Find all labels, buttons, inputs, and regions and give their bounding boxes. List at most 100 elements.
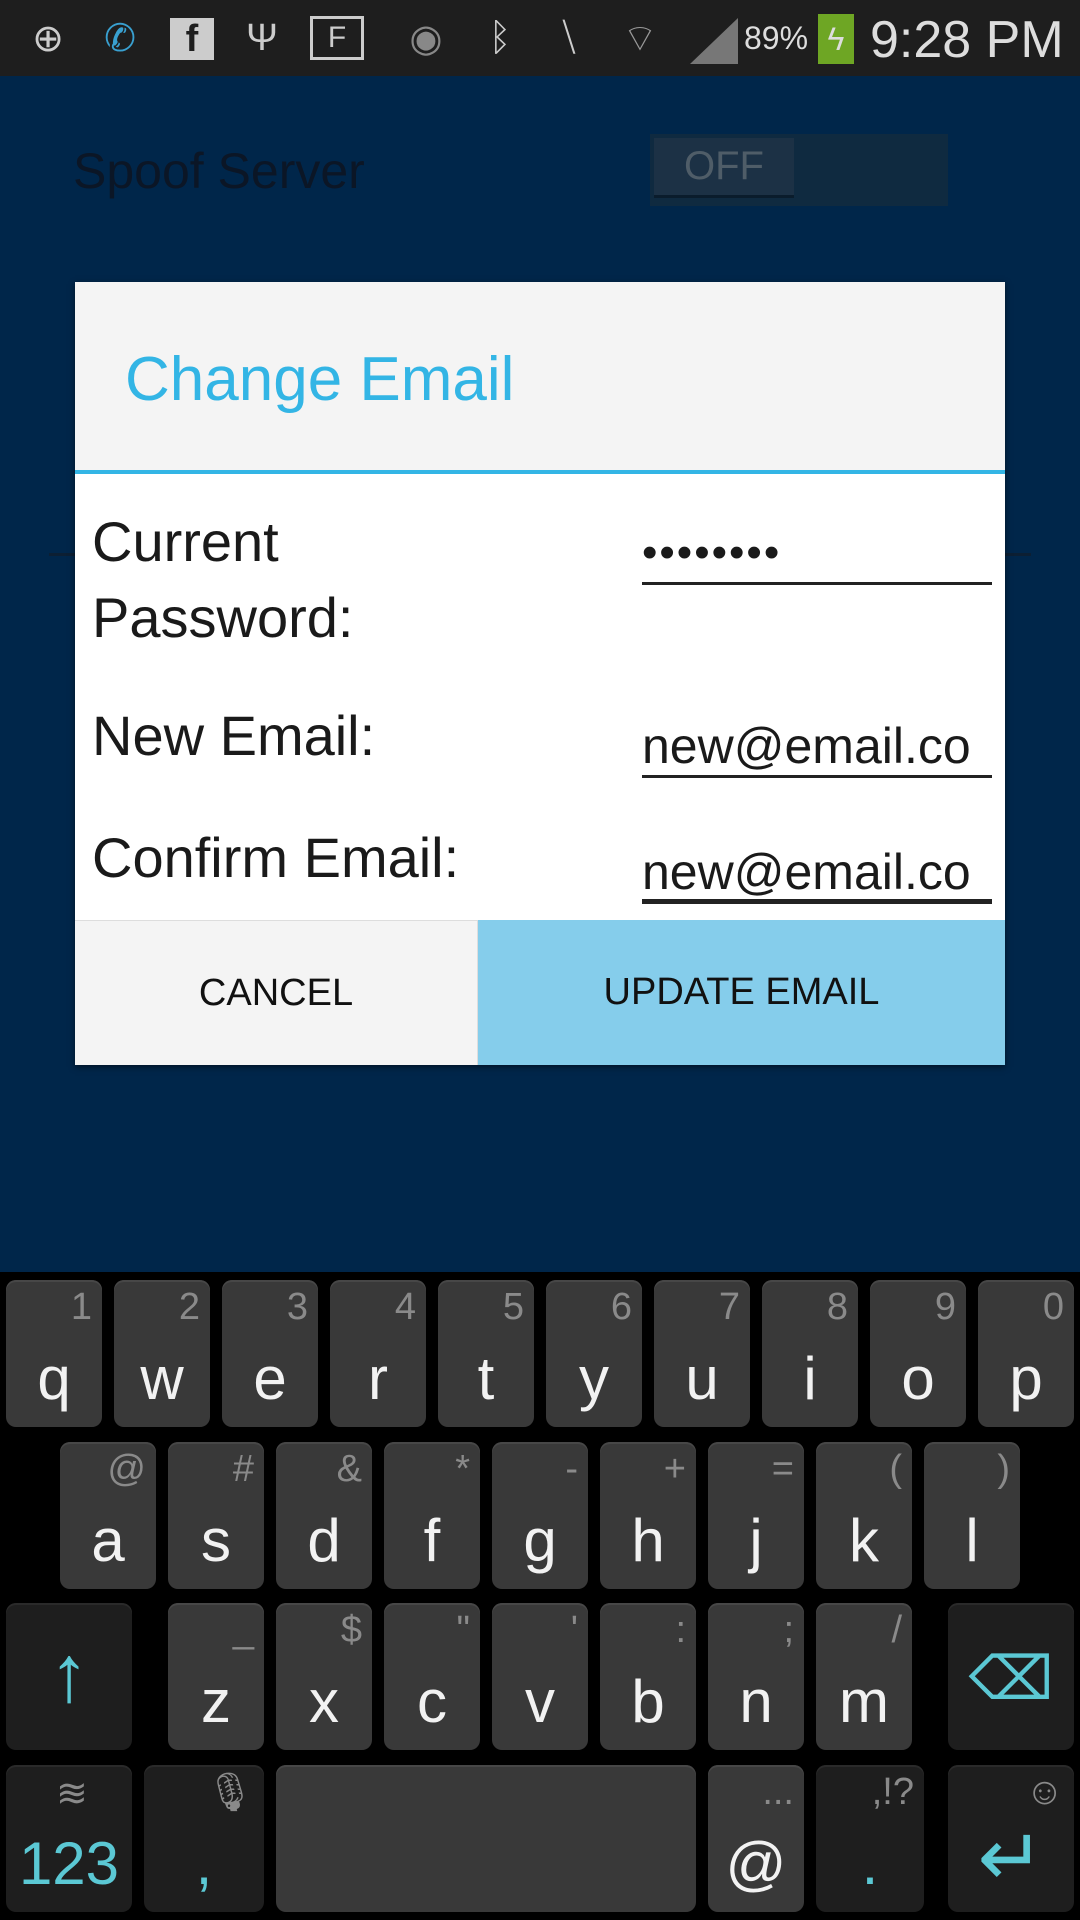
key-z[interactable]: _ z (168, 1603, 264, 1750)
shift-key[interactable]: ↑ (6, 1603, 132, 1750)
key-hint: / (891, 1609, 902, 1651)
backspace-icon: ⌫ (968, 1645, 1054, 1712)
key-m[interactable]: / m (816, 1603, 912, 1750)
change-email-dialog: Change Email Current Password: •••••••• … (75, 282, 1005, 1065)
key-hint: ( (889, 1448, 902, 1490)
key-hint: 2 (178, 1286, 200, 1328)
key-hint: 5 (502, 1286, 524, 1328)
key-hint: @ (107, 1448, 146, 1490)
key-l[interactable]: ) l (924, 1442, 1020, 1589)
update-email-button[interactable]: UPDATE EMAIL (478, 920, 1005, 1065)
key-hint: 6 (610, 1286, 632, 1328)
key-x[interactable]: $ x (276, 1603, 372, 1750)
key-label: k (849, 1507, 879, 1574)
facebook-icon: f (170, 18, 214, 60)
key-i[interactable]: 8i (762, 1280, 858, 1427)
key-hint: + (663, 1448, 686, 1490)
shift-arrow-icon: ↑ (49, 1629, 89, 1718)
enter-arrow-icon: ↵ (977, 1813, 1045, 1902)
key-k[interactable]: (k (816, 1442, 912, 1589)
key-label: n (739, 1668, 773, 1735)
key-w[interactable]: 2w (114, 1280, 210, 1427)
key-hint: 9 (934, 1286, 956, 1328)
key-label: e (253, 1345, 287, 1412)
period-key[interactable]: ,!?. (816, 1765, 924, 1912)
key-hint: 8 (826, 1286, 848, 1328)
key-label: o (901, 1345, 935, 1412)
key-label: q (37, 1345, 71, 1412)
wifi-call-icon: ✆ (104, 17, 136, 60)
key-hint: # (232, 1448, 254, 1490)
key-d[interactable]: & d (276, 1442, 372, 1589)
key-label: v (525, 1668, 555, 1735)
at-key[interactable]: ... @ (708, 1765, 804, 1912)
key-label: , (195, 1830, 213, 1897)
key-label: p (1009, 1345, 1043, 1412)
comma-key[interactable]: , 🎙 (144, 1765, 264, 1912)
key-label: u (685, 1345, 719, 1412)
key-n[interactable]: ; n (708, 1603, 804, 1750)
key-o[interactable]: 9o (870, 1280, 966, 1427)
key-label: g (523, 1507, 557, 1574)
backspace-key[interactable]: ⌫ (948, 1603, 1074, 1750)
keyboard: 1 q 2 w 3 e 4 r 5 t 6 y 7 u 8 i 9 o 0 p @ a # s & d * f - g + h = j(k) l _ z… (0, 1272, 1080, 1920)
key-label: t (477, 1345, 495, 1412)
key-label: l (965, 1507, 979, 1574)
key-b[interactable]: :b (600, 1603, 696, 1750)
key-f[interactable]: * f (384, 1442, 480, 1589)
space-key[interactable] (276, 1765, 696, 1912)
cancel-button[interactable]: CANCEL (75, 920, 478, 1065)
key-hint: : (675, 1609, 686, 1651)
key-e[interactable]: 3e (222, 1280, 318, 1427)
key-hint: " (456, 1609, 471, 1651)
current-password-input[interactable]: •••••••• (642, 525, 992, 585)
key-hint: 1 (70, 1286, 92, 1328)
numbers-key[interactable]: 123 ≋ (6, 1765, 132, 1912)
key-hint: 7 (718, 1286, 740, 1328)
key-c[interactable]: " c (384, 1603, 480, 1750)
key-hint: ; (783, 1609, 794, 1651)
enter-key[interactable]: ☺ ↵ (948, 1765, 1074, 1912)
key-label: c (417, 1668, 447, 1735)
eye-icon: ◉ (409, 17, 443, 60)
dialog-header: Change Email (75, 282, 1005, 474)
key-hint: * (455, 1448, 470, 1490)
current-password-label: Current Password: (92, 510, 354, 649)
wifi-icon: ⌔ (622, 18, 658, 60)
key-h[interactable]: + h (600, 1442, 696, 1589)
key-hint: 4 (394, 1286, 416, 1328)
key-label: @ (725, 1830, 787, 1897)
clock: 9:28 PM (870, 11, 1064, 69)
key-v[interactable]: ' v (492, 1603, 588, 1750)
key-hint: ' (570, 1609, 578, 1651)
status-bar: ⊕ ✆ f Ψ F ◉ ᛒ ⧹ ⌔ 89% ϟ 9:28 PM (0, 0, 1080, 76)
key-r[interactable]: 4r (330, 1280, 426, 1427)
key-y[interactable]: 6y (546, 1280, 642, 1427)
swiftkey-logo-icon: ≋ (56, 1773, 88, 1815)
confirm-email-input[interactable]: new@email.co (642, 844, 992, 904)
key-s[interactable]: # s (168, 1442, 264, 1589)
spoof-server-toggle[interactable]: OFF (650, 134, 948, 206)
key-t[interactable]: 5t (438, 1280, 534, 1427)
key-j[interactable]: = j (708, 1442, 804, 1589)
battery-percent: 89% (744, 20, 809, 56)
key-hint: & (336, 1448, 362, 1490)
key-label: a (91, 1507, 125, 1574)
battery-charging-icon: ϟ (818, 14, 854, 64)
key-a[interactable]: @ a (60, 1442, 156, 1589)
key-hint: _ (232, 1609, 254, 1651)
key-label: f (423, 1507, 441, 1574)
key-label: r (368, 1345, 388, 1412)
confirm-email-label: Confirm Email: (92, 826, 460, 889)
key-hint: - (565, 1448, 578, 1490)
key-g[interactable]: -g (492, 1442, 588, 1589)
key-label: w (140, 1345, 184, 1412)
key-hint: ) (997, 1448, 1010, 1490)
key-q[interactable]: 1q (6, 1280, 102, 1427)
bluetooth-icon: ᛒ (488, 16, 512, 59)
key-label: z (201, 1668, 231, 1735)
new-email-input[interactable]: new@email.co (642, 718, 992, 778)
microphone-icon: 🎙 (205, 1772, 254, 1814)
key-u[interactable]: 7u (654, 1280, 750, 1427)
key-p[interactable]: 0p (978, 1280, 1074, 1427)
